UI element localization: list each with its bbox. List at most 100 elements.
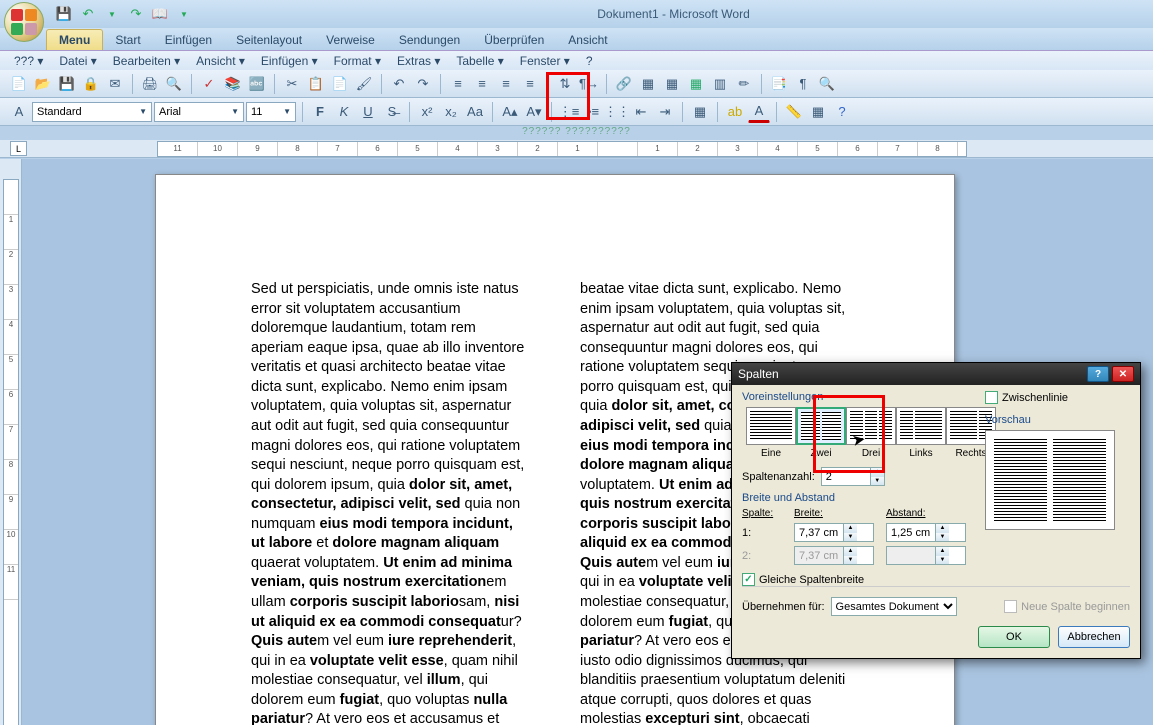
redo-icon[interactable]: ↷	[126, 4, 146, 24]
underline-icon[interactable]: U	[357, 101, 379, 123]
spellcheck-icon[interactable]: ✓	[198, 73, 220, 95]
thesaurus-icon[interactable]: 🔤	[246, 73, 268, 95]
tab-seitenlayout[interactable]: Seitenlayout	[224, 30, 314, 50]
ok-button[interactable]: OK	[978, 626, 1050, 648]
table-icon[interactable]: ▦	[637, 73, 659, 95]
spin-up-icon[interactable]: ▲	[871, 468, 884, 477]
menu-[interactable]: ?	[580, 53, 599, 69]
research-icon[interactable]: 📚	[222, 73, 244, 95]
separator-checkbox[interactable]: Zwischenlinie	[985, 391, 1130, 404]
dialog-titlebar[interactable]: Spalten ? ✕	[732, 363, 1140, 385]
zoom-icon[interactable]: 🔍	[816, 73, 838, 95]
new-icon[interactable]: 📄	[8, 73, 30, 95]
preset-left[interactable]: Links	[896, 407, 946, 459]
save-icon[interactable]: 💾	[54, 4, 74, 24]
qat-customize-icon[interactable]: ▼	[174, 4, 194, 24]
menu-fenster[interactable]: Fenster ▾	[514, 53, 576, 69]
menu-ansicht[interactable]: Ansicht ▾	[190, 53, 251, 69]
save-icon[interactable]: 💾	[56, 73, 78, 95]
format-painter-icon[interactable]: 🖌	[353, 73, 375, 95]
menu-datei[interactable]: Datei ▾	[53, 53, 102, 69]
gridlines-icon[interactable]: ▦	[807, 101, 829, 123]
office-button[interactable]	[4, 2, 44, 42]
strike-icon[interactable]: S̶	[381, 101, 403, 123]
menu-extras[interactable]: Extras ▾	[391, 53, 446, 69]
decrease-indent-icon[interactable]: ⇤	[630, 101, 652, 123]
tab-menu[interactable]: Menu	[46, 29, 103, 50]
menu-[interactable]: ??? ▾	[8, 53, 49, 69]
width-spinner[interactable]: ▲▼	[886, 523, 966, 542]
copy-icon[interactable]: 📋	[305, 73, 327, 95]
column-count-input[interactable]	[822, 468, 870, 485]
undo-dropdown-icon[interactable]: ▼	[102, 4, 122, 24]
borders-icon[interactable]: ▦	[689, 101, 711, 123]
change-case-icon[interactable]: Aa	[464, 101, 486, 123]
cancel-button[interactable]: Abbrechen	[1058, 626, 1130, 648]
tab-selector[interactable]: L	[10, 141, 27, 156]
highlight-icon[interactable]: ab	[724, 101, 746, 123]
bullets-icon[interactable]: •≡	[582, 101, 604, 123]
columns-icon[interactable]: ▥	[709, 73, 731, 95]
ltr-icon[interactable]: ¶→	[578, 73, 600, 95]
vertical-ruler[interactable]: 1234567891011	[3, 179, 19, 725]
print-preview-icon[interactable]: 📖	[150, 4, 170, 24]
menu-bearbeiten[interactable]: Bearbeiten ▾	[107, 53, 186, 69]
horizontal-ruler[interactable]: 1110987654321123456789	[157, 141, 967, 157]
preset-two[interactable]: Zwei	[796, 407, 846, 459]
grow-font-icon[interactable]: A▴	[499, 101, 521, 123]
ruler-toggle-icon[interactable]: 📏	[783, 101, 805, 123]
column-count-spinner[interactable]: ▲▼	[821, 467, 885, 486]
font-color-icon[interactable]: A	[748, 101, 770, 123]
style-combo[interactable]: Standard▼	[32, 102, 152, 122]
width-spinner[interactable]: ▲▼	[794, 523, 874, 542]
hyperlink-icon[interactable]: 🔗	[613, 73, 635, 95]
preset-one[interactable]: Eine	[746, 407, 796, 459]
size-combo[interactable]: 11▼	[246, 102, 296, 122]
shrink-font-icon[interactable]: A▾	[523, 101, 545, 123]
dialog-close-button[interactable]: ✕	[1112, 366, 1134, 382]
menu-einfgen[interactable]: Einfügen ▾	[255, 53, 324, 69]
drawing-icon[interactable]: ✏	[733, 73, 755, 95]
apply-to-select[interactable]: Gesamtes Dokument	[831, 597, 957, 616]
tab-einfügen[interactable]: Einfügen	[153, 30, 224, 50]
paste-icon[interactable]: 📄	[329, 73, 351, 95]
subscript-icon[interactable]: x₂	[440, 101, 462, 123]
preview-icon[interactable]: 🔍	[163, 73, 185, 95]
spin-down-icon[interactable]: ▼	[871, 477, 884, 486]
align-right-icon[interactable]: ≡	[495, 73, 517, 95]
equal-width-checkbox[interactable]: ✓ Gleiche Spaltenbreite	[742, 573, 972, 586]
excel-icon[interactable]: ▦	[685, 73, 707, 95]
superscript-icon[interactable]: x²	[416, 101, 438, 123]
docmap-icon[interactable]: 📑	[768, 73, 790, 95]
justify-icon[interactable]: ≡	[519, 73, 541, 95]
redo-icon[interactable]: ↷	[412, 73, 434, 95]
preset-three[interactable]: Drei	[846, 407, 896, 459]
align-left-icon[interactable]: ≡	[447, 73, 469, 95]
show-marks-icon[interactable]: ¶	[792, 73, 814, 95]
tab-verweise[interactable]: Verweise	[314, 30, 387, 50]
permission-icon[interactable]: 🔒	[80, 73, 102, 95]
font-combo[interactable]: Arial▼	[154, 102, 244, 122]
tables-borders-icon[interactable]: ▦	[661, 73, 683, 95]
line-spacing-icon[interactable]: ⇅	[554, 73, 576, 95]
increase-indent-icon[interactable]: ⇥	[654, 101, 676, 123]
tab-ansicht[interactable]: Ansicht	[556, 30, 619, 50]
styles-icon[interactable]: A	[8, 101, 30, 123]
open-icon[interactable]: 📂	[32, 73, 54, 95]
undo-icon[interactable]: ↶	[78, 4, 98, 24]
menu-format[interactable]: Format ▾	[328, 53, 387, 69]
tab-überprüfen[interactable]: Überprüfen	[472, 30, 556, 50]
mail-icon[interactable]: ✉	[104, 73, 126, 95]
tab-start[interactable]: Start	[103, 30, 152, 50]
italic-icon[interactable]: K	[333, 101, 355, 123]
print-icon[interactable]: 🖨	[139, 73, 161, 95]
help-icon[interactable]: ?	[831, 101, 853, 123]
multilevel-icon[interactable]: ⋮⋮	[606, 101, 628, 123]
menu-tabelle[interactable]: Tabelle ▾	[450, 53, 509, 69]
align-center-icon[interactable]: ≡	[471, 73, 493, 95]
tab-sendungen[interactable]: Sendungen	[387, 30, 472, 50]
undo-icon[interactable]: ↶	[388, 73, 410, 95]
dialog-help-button[interactable]: ?	[1087, 366, 1109, 382]
bold-icon[interactable]: F	[309, 101, 331, 123]
numbering-icon[interactable]: ⋮≡	[558, 101, 580, 123]
